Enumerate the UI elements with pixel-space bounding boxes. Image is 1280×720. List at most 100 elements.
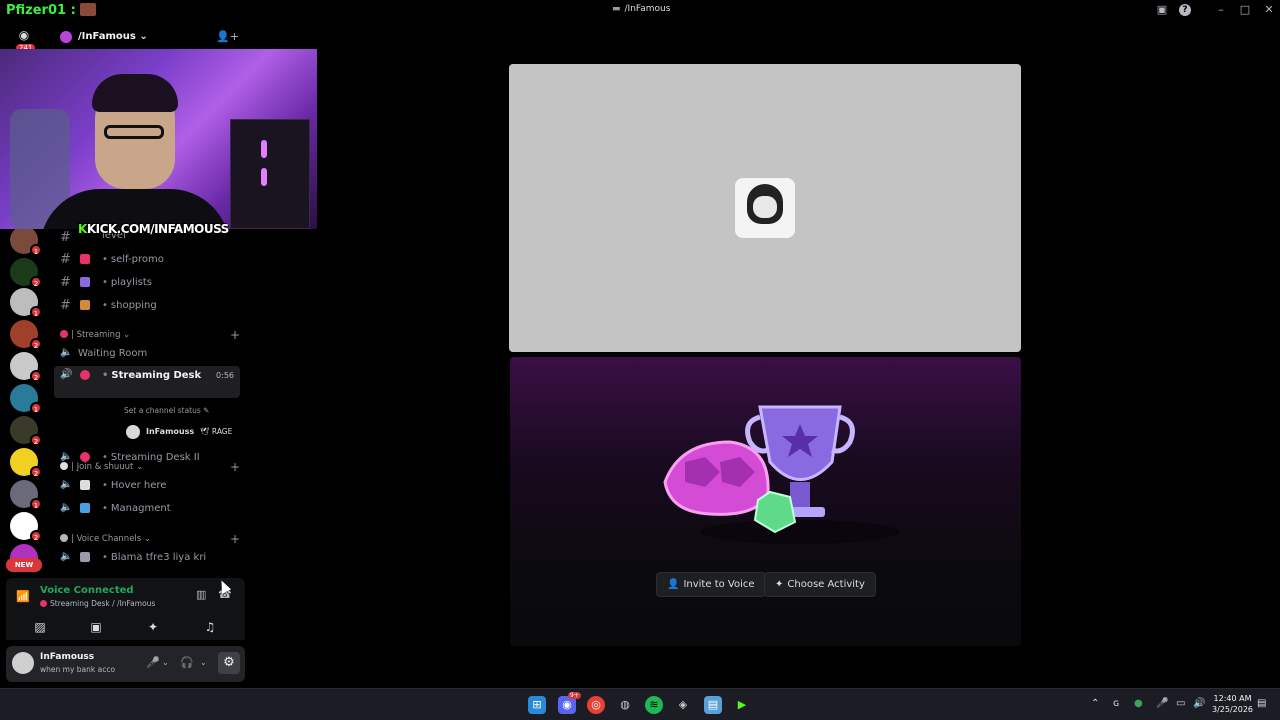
speaker-icon: 🔈: [60, 479, 73, 490]
server-icon[interactable]: 1: [10, 288, 42, 318]
volume-icon[interactable]: 🔊: [1193, 698, 1205, 709]
choose-activity-button[interactable]: ✦ Choose Activity: [764, 572, 876, 597]
help-icon[interactable]: ?: [1179, 4, 1191, 16]
server-header[interactable]: /InFamous ⌄ 👤+: [48, 22, 245, 52]
server-icon[interactable]: 2: [10, 352, 42, 382]
channel-name-text: Streaming Desk: [111, 370, 202, 381]
clock[interactable]: 12:40 AM 3/25/2026: [1212, 693, 1253, 715]
category-voice-channels[interactable]: | Voice Channels ⌄ +: [60, 532, 240, 546]
spotify-icon[interactable]: ≋: [645, 696, 663, 714]
avatar[interactable]: [12, 652, 34, 674]
settings-gear-icon[interactable]: ⚙: [218, 652, 240, 674]
kick-logo: K: [78, 222, 87, 236]
chevron-up-icon[interactable]: ⌃: [1091, 698, 1099, 709]
server-mention-badge: 2: [30, 530, 42, 542]
server-icon[interactable]: 2: [10, 512, 42, 542]
explorer-icon[interactable]: ▤: [704, 696, 722, 714]
server-mention-badge: 2: [30, 370, 42, 382]
category-icon: [60, 330, 68, 338]
network-icon[interactable]: ▭: [1176, 698, 1185, 709]
channel-name: • Managment: [102, 503, 171, 514]
speaker-icon: [60, 534, 68, 542]
minimize-button[interactable]: –: [1214, 3, 1228, 17]
channel-hover-here[interactable]: 🔈 • Hover here: [54, 476, 240, 496]
server-mention-badge: 2: [30, 466, 42, 478]
voice-location[interactable]: Streaming Desk / /InFamous: [40, 599, 155, 608]
speaker-icon: 🔈: [60, 451, 73, 462]
maximize-button[interactable]: □: [1238, 3, 1252, 17]
microphone-icon[interactable]: 🎤: [146, 656, 160, 669]
taskbar: ⊞ ◉ 9+ ◎ ◍ ≋ ◈ ▤ ▶ ⌃ ɢ ● 🎤 ▭ 🔊 12:40 AM …: [0, 688, 1280, 720]
add-channel-icon[interactable]: +: [230, 532, 240, 546]
category-join[interactable]: | Join & shuuut ⌄ +: [60, 460, 240, 474]
stream-user-avatar: [735, 178, 795, 238]
channel-name-text: self-promo: [110, 254, 164, 265]
headphones-icon[interactable]: 🎧: [180, 656, 194, 669]
notification-icon[interactable]: ▤: [1257, 698, 1266, 709]
tray-app-icon[interactable]: ɢ: [1113, 698, 1119, 709]
server-icon[interactable]: 2: [10, 320, 42, 350]
voice-user-name: InFamouss: [146, 427, 195, 436]
channel-self-promo[interactable]: # • self-promo: [54, 250, 240, 270]
inbox-icon[interactable]: ▣: [1155, 3, 1169, 17]
led-shape: [261, 140, 267, 158]
kick-url: KICK.COM/INFAMOUSS: [86, 222, 230, 236]
server-icon[interactable]: 2: [10, 416, 42, 446]
channel-name: • Blama tfre3 liya kri: [102, 552, 207, 563]
voice-location-text: Streaming Desk / /InFamous: [50, 599, 156, 608]
server-icon[interactable]: 2: [10, 258, 42, 288]
package-icon: [80, 300, 90, 310]
chevron-down-icon[interactable]: ⌄: [162, 658, 169, 667]
channel-waiting-room[interactable]: 🔈 Waiting Room: [54, 344, 240, 364]
tray-app-icon[interactable]: ●: [1134, 698, 1143, 709]
server-icon[interactable]: 1: [10, 384, 42, 414]
server-mention-badge: 1: [30, 244, 42, 256]
channel-playlists[interactable]: # • playlists: [54, 273, 240, 293]
screen-share-icon[interactable]: ▣: [84, 618, 108, 636]
close-button[interactable]: ✕: [1262, 3, 1276, 17]
channel-shopping[interactable]: # • shopping: [54, 296, 240, 316]
soundboard-icon[interactable]: ♫: [198, 618, 222, 636]
server-icon: [60, 31, 72, 43]
start-icon[interactable]: ⊞: [528, 696, 546, 714]
voice-status[interactable]: Voice Connected: [40, 585, 134, 596]
music-icon: [80, 277, 90, 287]
user-name[interactable]: InFamouss: [40, 652, 94, 662]
activity-tile: 👤 Invite to Voice ✦ Choose Activity: [510, 357, 1021, 646]
obs-icon[interactable]: ◍: [616, 696, 634, 714]
server-icon[interactable]: 1: [10, 480, 42, 510]
category-streaming[interactable]: | Streaming ⌄ +: [60, 328, 240, 342]
live-dot-icon: [40, 600, 47, 607]
invite-to-voice-button[interactable]: 👤 Invite to Voice: [656, 572, 766, 597]
channel-name: • playlists: [102, 277, 152, 288]
chrome-icon[interactable]: ◎: [587, 696, 605, 714]
signal-icon[interactable]: 📶: [16, 590, 30, 603]
activity-label: Choose Activity: [787, 579, 865, 590]
kick-icon[interactable]: ▶: [733, 696, 751, 714]
activities-icon[interactable]: ✦: [141, 618, 165, 636]
microphone-icon[interactable]: 🎤: [1156, 698, 1168, 709]
discord-home-icon[interactable]: ◉: [14, 28, 34, 42]
channel-blama[interactable]: 🔈 • Blama tfre3 liya kri: [54, 548, 240, 568]
camera-off-icon[interactable]: ▨: [28, 618, 52, 636]
discord-badge: 9+: [568, 692, 581, 699]
stream-tile[interactable]: [509, 64, 1021, 352]
channel-managment[interactable]: 🔈 • Managment: [54, 499, 240, 519]
add-channel-icon[interactable]: +: [230, 460, 240, 474]
noise-suppression-icon[interactable]: ▥: [196, 588, 206, 601]
title-bar: Pfizer01 : ▬/InFamous ▣ ? – □ ✕: [0, 0, 1280, 22]
user-status[interactable]: when my bank acco: [40, 665, 115, 674]
voice-user[interactable]: InFamouss 🕊 RAGE: [126, 424, 286, 440]
server-icon[interactable]: 1: [10, 226, 42, 256]
app-icon[interactable]: ◈: [674, 696, 692, 714]
set-channel-status[interactable]: Set a channel status ✎: [124, 406, 209, 415]
chevron-down-icon[interactable]: ⌄: [200, 658, 207, 667]
add-channel-icon[interactable]: +: [230, 328, 240, 342]
add-user-icon: 👤: [667, 579, 680, 590]
server-icon[interactable]: 2: [10, 448, 42, 478]
voice-user-tag-text: RAGE: [211, 427, 233, 436]
server-mention-badge: 2: [30, 434, 42, 446]
add-user-icon[interactable]: 👤+: [216, 30, 239, 43]
stream-overlay-username: Pfizer01 :: [6, 3, 96, 18]
channel-streaming-desk[interactable]: 🔊 • Streaming Desk 0:56: [54, 366, 240, 398]
